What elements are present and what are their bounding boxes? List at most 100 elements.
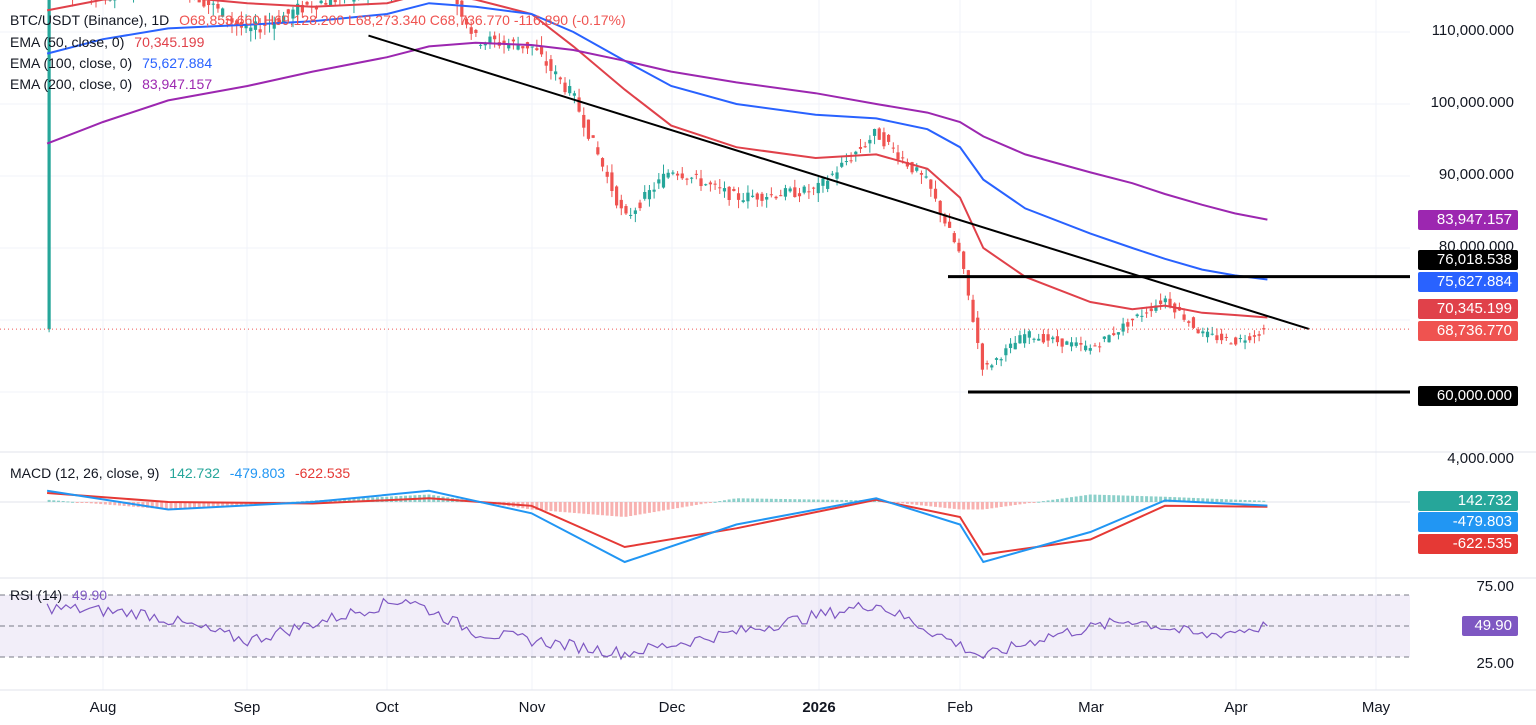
- candle-body: [774, 196, 778, 199]
- candle-body: [1215, 335, 1219, 341]
- candle-body: [1107, 335, 1111, 343]
- macd-histogram-bar: [629, 502, 633, 516]
- ohlc-readout: O68,853.660 H69,128.200 L68,273.340 C68,…: [179, 12, 626, 28]
- macd-histogram-bar: [80, 502, 84, 503]
- candle-body: [319, 0, 323, 4]
- macd-legend[interactable]: MACD (12, 26, close, 9) 142.732 -479.803…: [10, 463, 356, 483]
- macd-histogram-bar: [108, 502, 112, 505]
- macd-histogram-bar: [905, 502, 909, 504]
- ema100-legend[interactable]: EMA (100, close, 0) 75,627.884: [10, 53, 218, 73]
- candle-body: [1116, 332, 1121, 335]
- candle-body: [333, 0, 337, 3]
- macd-histogram-bar: [591, 502, 595, 515]
- macd-histogram-bar: [718, 501, 722, 503]
- macd-histogram-bar: [1149, 496, 1153, 502]
- candle-body: [1243, 340, 1247, 343]
- symbol-title[interactable]: BTC/USDT (Binance), 1D: [10, 12, 169, 28]
- candle-body: [765, 196, 769, 200]
- candle-body: [844, 161, 849, 163]
- macd-histogram-bar: [1027, 502, 1031, 504]
- candle-body: [858, 147, 863, 149]
- macd-histogram-bar: [638, 502, 642, 515]
- macd-histogram-bar: [830, 499, 834, 502]
- candle-body: [999, 359, 1003, 361]
- ema50-label: EMA (50, close, 0): [10, 34, 125, 50]
- macd-histogram-bar: [52, 500, 56, 502]
- macd-histogram-bar: [680, 502, 684, 508]
- macd-histogram-bar: [1112, 495, 1116, 502]
- macd-histogram-bar: [844, 500, 848, 502]
- ema50-legend[interactable]: EMA (50, close, 0) 70,345.199: [10, 32, 210, 52]
- macd-hist-tag: 142.732: [1418, 491, 1518, 511]
- candle-body: [521, 46, 525, 49]
- candle-body: [783, 188, 788, 197]
- macd-histogram-bar: [99, 502, 103, 505]
- macd-histogram-bar: [1065, 497, 1069, 502]
- macd-histogram-bar: [704, 502, 708, 504]
- candle-body: [896, 152, 900, 160]
- candle-body: [535, 48, 539, 51]
- candle-body: [1060, 338, 1064, 347]
- macd-histogram-bar: [643, 502, 647, 514]
- macd-histogram-bar: [94, 502, 98, 504]
- candle-body: [891, 147, 895, 149]
- time-tick: Nov: [518, 699, 546, 716]
- candle-body: [582, 114, 586, 128]
- macd-histogram-bar: [849, 500, 853, 502]
- candle-body: [1224, 336, 1228, 338]
- macd-histogram-bar: [910, 502, 914, 505]
- candle-body: [577, 97, 581, 112]
- candle-body: [666, 172, 670, 178]
- ema200-legend[interactable]: EMA (200, close, 0) 83,947.157: [10, 74, 218, 94]
- chart-canvas[interactable]: [0, 0, 1536, 725]
- rsi-value-tag: 49.90: [1462, 616, 1518, 636]
- macd-histogram-bar: [774, 498, 778, 502]
- rsi-tick: 75.00: [1476, 578, 1514, 595]
- candle-body: [1220, 333, 1224, 341]
- macd-histogram-bar: [1088, 494, 1092, 502]
- candle-body: [797, 193, 802, 197]
- candle-body: [1065, 341, 1069, 345]
- candle-body: [1121, 323, 1125, 332]
- macd-histogram-bar: [793, 499, 797, 502]
- macd-histogram-bar: [1037, 501, 1041, 503]
- ema200-value: 83,947.157: [142, 76, 213, 92]
- macd-histogram-bar: [56, 500, 60, 502]
- candle-body: [478, 44, 483, 46]
- macd-histogram-bar: [1252, 500, 1256, 502]
- macd-histogram-bar: [737, 498, 741, 502]
- candle-body: [1140, 315, 1144, 317]
- macd-histogram-bar: [1229, 499, 1233, 502]
- candle-body: [544, 61, 548, 66]
- candle-body: [563, 82, 567, 93]
- macd-histogram-bar: [544, 502, 548, 511]
- candle-body: [1238, 338, 1242, 340]
- candle-body: [1008, 343, 1013, 348]
- candle-body: [554, 71, 558, 75]
- time-tick: Feb: [947, 699, 973, 716]
- candle-body: [1098, 346, 1102, 348]
- candle-body: [1051, 337, 1055, 340]
- candle-body: [713, 183, 717, 185]
- candle-body: [966, 270, 970, 296]
- macd-histogram-bar: [708, 502, 712, 503]
- macd-histogram-bar: [985, 502, 989, 509]
- macd-histogram-bar: [741, 498, 745, 502]
- candle-body: [699, 178, 703, 187]
- candle-body: [816, 182, 820, 194]
- macd-histogram-bar: [85, 502, 89, 503]
- macd-label: MACD (12, 26, close, 9): [10, 465, 160, 481]
- rsi-legend[interactable]: RSI (14) 49.90: [10, 585, 113, 605]
- macd-histogram-bar: [671, 502, 675, 509]
- macd-histogram-bar: [47, 499, 51, 502]
- candle-body: [919, 173, 924, 175]
- macd-histogram-bar: [779, 498, 783, 502]
- candle-body: [751, 195, 755, 197]
- macd-histogram-bar: [980, 502, 984, 510]
- resistance-price-tag: 76,018.538: [1418, 250, 1518, 270]
- macd-histogram-bar: [971, 502, 975, 510]
- candle-body: [680, 173, 684, 179]
- time-tick: Oct: [375, 699, 399, 716]
- candle-body: [493, 35, 497, 40]
- macd-histogram-bar: [896, 502, 900, 503]
